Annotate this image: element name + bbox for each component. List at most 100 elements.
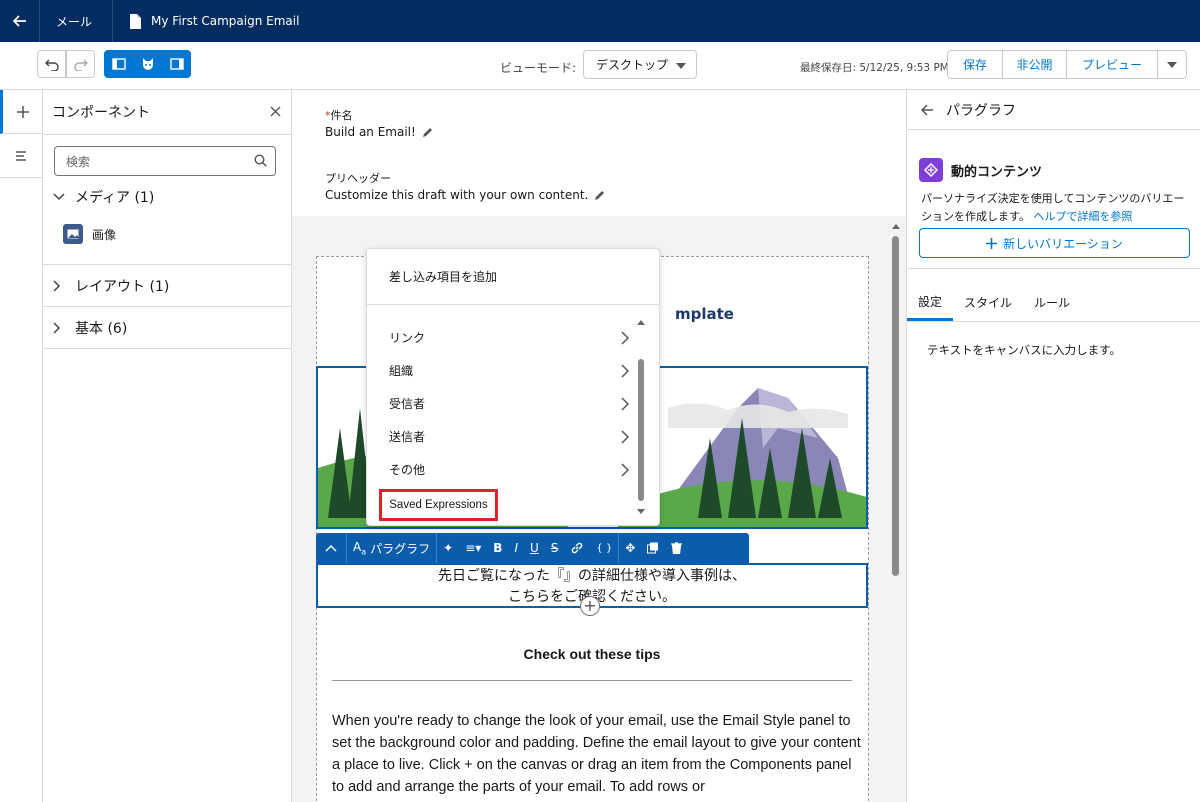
tab-mail[interactable]: メール [40,0,114,42]
email-meta: *件名 Build an Email! プリヘッダー Customize thi… [292,90,906,216]
component-image[interactable]: 画像 [63,224,116,244]
chevron-right-icon [53,280,75,292]
menu-header: 差し込み項目を追加 [367,249,659,305]
redo-button[interactable] [66,50,95,78]
tab-rules[interactable]: ルール [1023,284,1081,321]
menu-item-recipient[interactable]: 受信者 [389,395,629,412]
plus-icon [16,105,29,118]
chevron-right-icon [621,330,629,345]
scrollbar-thumb[interactable] [638,359,644,501]
italic-button[interactable]: I [508,533,524,563]
builder-toolbar: ビューモード: デスクトップ 最終保存日: 5/12/25, 9:53 PM 保… [0,42,1200,90]
document-title-text: My First Campaign Email [151,14,300,28]
components-search-input[interactable]: 検索 [54,146,276,176]
link-button[interactable] [564,533,590,563]
ai-sparkle-button[interactable]: ✦ [437,533,459,563]
tab-settings[interactable]: 設定 [907,284,954,321]
outline-rail-button[interactable] [0,134,42,178]
pencil-icon[interactable] [422,126,434,138]
action-buttons: 保存 非公開 プレビュー [947,50,1187,79]
dynamic-content-description: パーソナライズ決定を使用してコンテンツのバリエーションを作成します。 ヘルプで詳… [921,192,1185,223]
group-media-label: メディア (1) [75,190,155,206]
properties-header: パラグラフ [907,90,1200,130]
scrollbar-thumb[interactable] [892,236,899,576]
group-layout-label: レイアウト (1) [75,279,170,295]
search-icon [254,154,267,170]
menu-scrollbar[interactable] [635,319,647,519]
add-component-rail-button[interactable] [0,90,42,134]
collapse-toolbar-button[interactable] [316,533,346,563]
menu-item-other[interactable]: その他 [389,461,629,478]
left-panel-icon [111,58,126,70]
toggle-right-panel-button[interactable] [162,50,191,78]
move-icon: ✥ [625,541,636,555]
canvas-scrollbar[interactable] [890,220,902,802]
sparkle-icon: ✦ [443,541,454,555]
unpublish-button[interactable]: 非公開 [1002,50,1067,79]
align-button[interactable]: ≡▾ [459,533,487,563]
tips-heading: Check out these tips [523,646,661,662]
strikethrough-button[interactable]: S [545,533,565,563]
group-basic[interactable]: 基本 (6) [43,317,292,339]
menu-item-organization[interactable]: 組織 [389,362,629,379]
view-mode-select[interactable]: デスクトップ [583,50,697,79]
chevron-right-icon [621,396,629,411]
arrow-left-icon[interactable] [921,103,934,116]
text-style-icon: Aa [353,539,367,557]
divider [43,264,292,265]
subject-field[interactable]: Build an Email! [325,125,434,139]
group-layout[interactable]: レイアウト (1) [43,275,292,297]
merge-field-button[interactable]: { } [590,533,618,563]
undo-icon [44,59,59,71]
subject-value: Build an Email! [325,125,416,139]
menu-item-link[interactable]: リンク [389,329,629,346]
back-button[interactable] [0,0,40,42]
chevron-right-icon [621,363,629,378]
divider [43,306,292,307]
arrow-left-icon [12,15,26,27]
bold-button[interactable]: B [487,533,508,563]
link-icon [572,542,583,554]
more-actions-button[interactable] [1157,50,1187,79]
chevron-right-icon [621,462,629,477]
preheader-label: プリヘッダー [325,172,391,185]
close-icon[interactable] [270,105,281,121]
group-media[interactable]: メディア (1) [43,186,292,208]
save-button[interactable]: 保存 [947,50,1003,79]
scroll-up-icon [637,320,645,325]
strikethrough-icon: S [550,541,559,555]
scroll-down-icon [637,509,645,514]
view-mode-value: デスクトップ [596,58,669,72]
plus-icon: + [583,596,597,615]
cat-icon-button[interactable] [133,50,162,78]
document-title: My First Campaign Email [113,13,300,29]
components-header: コンポーネント [43,90,291,135]
copy-icon [647,542,659,554]
toggle-left-panel-button[interactable] [104,50,133,78]
template-title: mplate [675,305,734,323]
chevron-right-icon [53,322,75,334]
components-panel: コンポーネント 検索 メディア (1) 画像 レイアウト (1) 基本 (6) [43,90,292,802]
tab-style[interactable]: スタイル [953,284,1023,321]
image-icon [63,224,83,244]
new-variation-button[interactable]: 新しいバリエーション [919,228,1190,258]
chevron-right-icon [621,429,629,444]
panel-toggle-group [104,50,191,78]
plus-icon [986,237,998,249]
divider [43,348,292,349]
caret-down-icon [1167,61,1177,68]
delete-button[interactable] [665,533,688,563]
duplicate-button[interactable] [641,533,665,563]
preview-button[interactable]: プレビュー [1066,50,1158,79]
add-block-button[interactable]: + [580,596,600,616]
underline-button[interactable]: U [524,533,545,563]
menu-item-saved-expressions[interactable]: Saved Expressions [379,489,498,521]
paragraph-style-button[interactable]: Aa パラグラフ [347,533,436,563]
preheader-field[interactable]: Customize this draft with your own conte… [325,188,606,202]
undo-button[interactable] [37,50,66,78]
pencil-icon[interactable] [594,189,606,201]
menu-item-sender[interactable]: 送信者 [389,428,629,445]
help-link[interactable]: ヘルプで詳細を参照 [1033,210,1132,223]
left-rail [0,90,43,802]
move-button[interactable]: ✥ [619,533,641,563]
